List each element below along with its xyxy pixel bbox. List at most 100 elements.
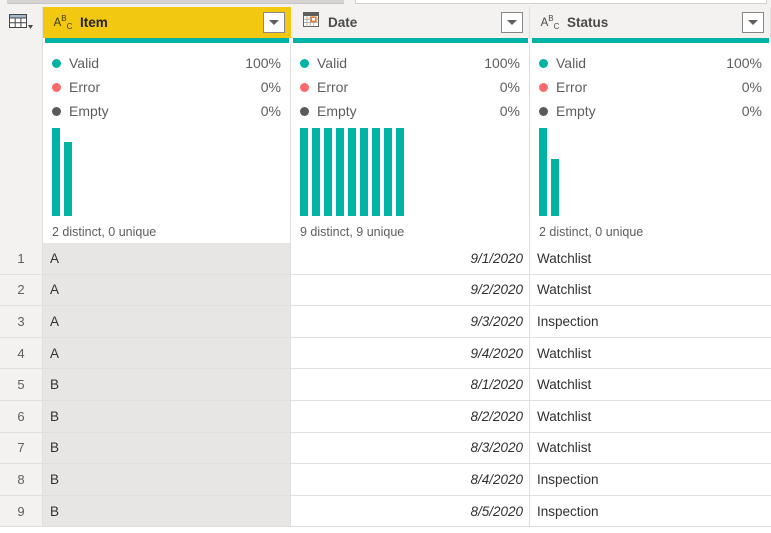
histogram-bar (539, 128, 547, 216)
column-profile-area: Valid 100% Error 0% Empty 0% 2 distinct, 0 uni… (0, 44, 771, 243)
table-row[interactable]: 1 A 9/1/2020 Watchlist (0, 243, 771, 275)
cell-item[interactable]: B (43, 464, 291, 495)
row-number: 5 (0, 369, 43, 400)
table-row[interactable]: 8 B 8/4/2020 Inspection (0, 464, 771, 496)
column-title-date: Date (328, 15, 358, 30)
column-header-date[interactable]: Date (291, 7, 530, 38)
cell-item[interactable]: B (43, 369, 291, 400)
cell-item[interactable]: A (43, 243, 291, 274)
table-row[interactable]: 5 B 8/1/2020 Watchlist (0, 369, 771, 401)
cell-status[interactable]: Watchlist (530, 337, 771, 369)
column-title-status: Status (567, 15, 609, 30)
column-profile-item: Valid 100% Error 0% Empty 0% 2 distinct, 0 uni… (43, 44, 291, 243)
column-header-item[interactable]: ABC Item (43, 7, 291, 38)
cell-date[interactable]: 8/2/2020 (291, 400, 530, 432)
column-filter-button-date[interactable] (501, 12, 523, 33)
formula-bar-input-edge[interactable] (355, 0, 767, 4)
cell-status[interactable]: Watchlist (530, 243, 771, 274)
cell-item[interactable]: A (43, 306, 291, 337)
cell-status[interactable]: Inspection (530, 306, 771, 337)
table-row[interactable]: 4 A 9/4/2020 Watchlist (0, 337, 771, 370)
column-filter-button-item[interactable] (263, 12, 285, 33)
histogram-bar (64, 142, 72, 216)
table-row[interactable]: 9 B 8/5/2020 Inspection (0, 495, 771, 528)
valid-status-dot-icon (52, 58, 61, 68)
cell-date[interactable]: 8/1/2020 (291, 369, 530, 400)
calendar-icon (302, 12, 320, 33)
quality-value-valid: 100% (726, 55, 762, 71)
chevron-down-icon (507, 20, 517, 25)
select-all-columns-button[interactable] (0, 7, 43, 38)
chevron-down-icon (748, 20, 758, 25)
histogram-bar (336, 128, 344, 216)
cell-date[interactable]: 8/4/2020 (291, 464, 530, 495)
row-number: 1 (0, 243, 43, 274)
quality-label-valid: Valid (69, 55, 100, 71)
error-status-dot-icon (539, 82, 548, 92)
quality-value-valid: 100% (484, 55, 520, 71)
histogram-bar (312, 128, 320, 216)
column-filter-button-status[interactable] (742, 12, 764, 33)
column-type-icon-date (298, 12, 324, 33)
row-number: 7 (0, 432, 43, 464)
quality-bar-status (532, 38, 769, 43)
error-status-dot-icon (300, 82, 309, 92)
cell-date[interactable]: 9/4/2020 (291, 337, 530, 369)
table-row[interactable]: 2 A 9/2/2020 Watchlist (0, 274, 771, 307)
empty-status-dot-icon (300, 106, 309, 116)
cell-item[interactable]: B (43, 400, 291, 432)
quality-value-error: 0% (499, 79, 520, 95)
quality-label-empty: Empty (556, 103, 596, 119)
formula-bar-bottom-edge (0, 0, 771, 7)
column-title-item: Item (80, 15, 108, 30)
cell-date[interactable]: 9/3/2020 (291, 306, 530, 337)
table-row[interactable]: 3 A 9/3/2020 Inspection (0, 306, 771, 338)
abc-text-icon: ABC (53, 13, 73, 32)
error-status-dot-icon (52, 82, 61, 92)
histogram-bar (384, 128, 392, 216)
cell-status[interactable]: Inspection (530, 464, 771, 495)
cell-item[interactable]: A (43, 274, 291, 306)
distinct-unique-summary-date: 9 distinct, 9 unique (300, 225, 405, 239)
quality-value-empty: 0% (741, 103, 762, 119)
cell-status[interactable]: Watchlist (530, 369, 771, 400)
histogram-bar (324, 128, 332, 216)
histogram-bar (551, 159, 559, 216)
cell-status[interactable]: Watchlist (530, 432, 771, 464)
valid-status-dot-icon (539, 58, 548, 68)
histogram-bar (396, 128, 404, 216)
cell-status[interactable]: Inspection (530, 495, 771, 527)
table-grid-icon (9, 13, 33, 32)
table-row[interactable]: 6 B 8/2/2020 Watchlist (0, 400, 771, 433)
quality-row-valid-date: Valid 100% (300, 51, 520, 75)
valid-status-dot-icon (300, 58, 309, 68)
histogram-bar (52, 128, 60, 216)
cell-status[interactable]: Watchlist (530, 400, 771, 432)
table-row[interactable]: 7 B 8/3/2020 Watchlist (0, 432, 771, 465)
cell-date[interactable]: 9/1/2020 (291, 243, 530, 274)
cell-item[interactable]: B (43, 432, 291, 464)
value-distribution-histogram-status[interactable] (539, 128, 559, 216)
cell-status[interactable]: Watchlist (530, 274, 771, 306)
quality-row-valid-item: Valid 100% (52, 51, 281, 75)
row-number: 3 (0, 306, 43, 337)
quality-label-error: Error (556, 79, 588, 95)
quality-label-valid: Valid (556, 55, 587, 71)
histogram-bar (372, 128, 380, 216)
value-distribution-histogram-item[interactable] (52, 128, 72, 216)
quality-row-error-status: Error 0% (539, 75, 762, 99)
cell-item[interactable]: A (43, 337, 291, 369)
quality-label-error: Error (317, 79, 349, 95)
cell-date[interactable]: 8/3/2020 (291, 432, 530, 464)
ribbon-edge-left (7, 0, 344, 4)
quality-label-error: Error (69, 79, 101, 95)
quality-bar-item (45, 38, 289, 43)
cell-date[interactable]: 8/5/2020 (291, 495, 530, 527)
cell-date[interactable]: 9/2/2020 (291, 274, 530, 306)
cell-item[interactable]: B (43, 495, 291, 527)
distinct-unique-summary-status: 2 distinct, 0 unique (539, 225, 644, 239)
quality-value-empty: 0% (260, 103, 281, 119)
column-header-status[interactable]: ABC Status (530, 7, 771, 38)
value-distribution-histogram-date[interactable] (300, 128, 404, 216)
gutter-filler-profile (0, 44, 43, 243)
